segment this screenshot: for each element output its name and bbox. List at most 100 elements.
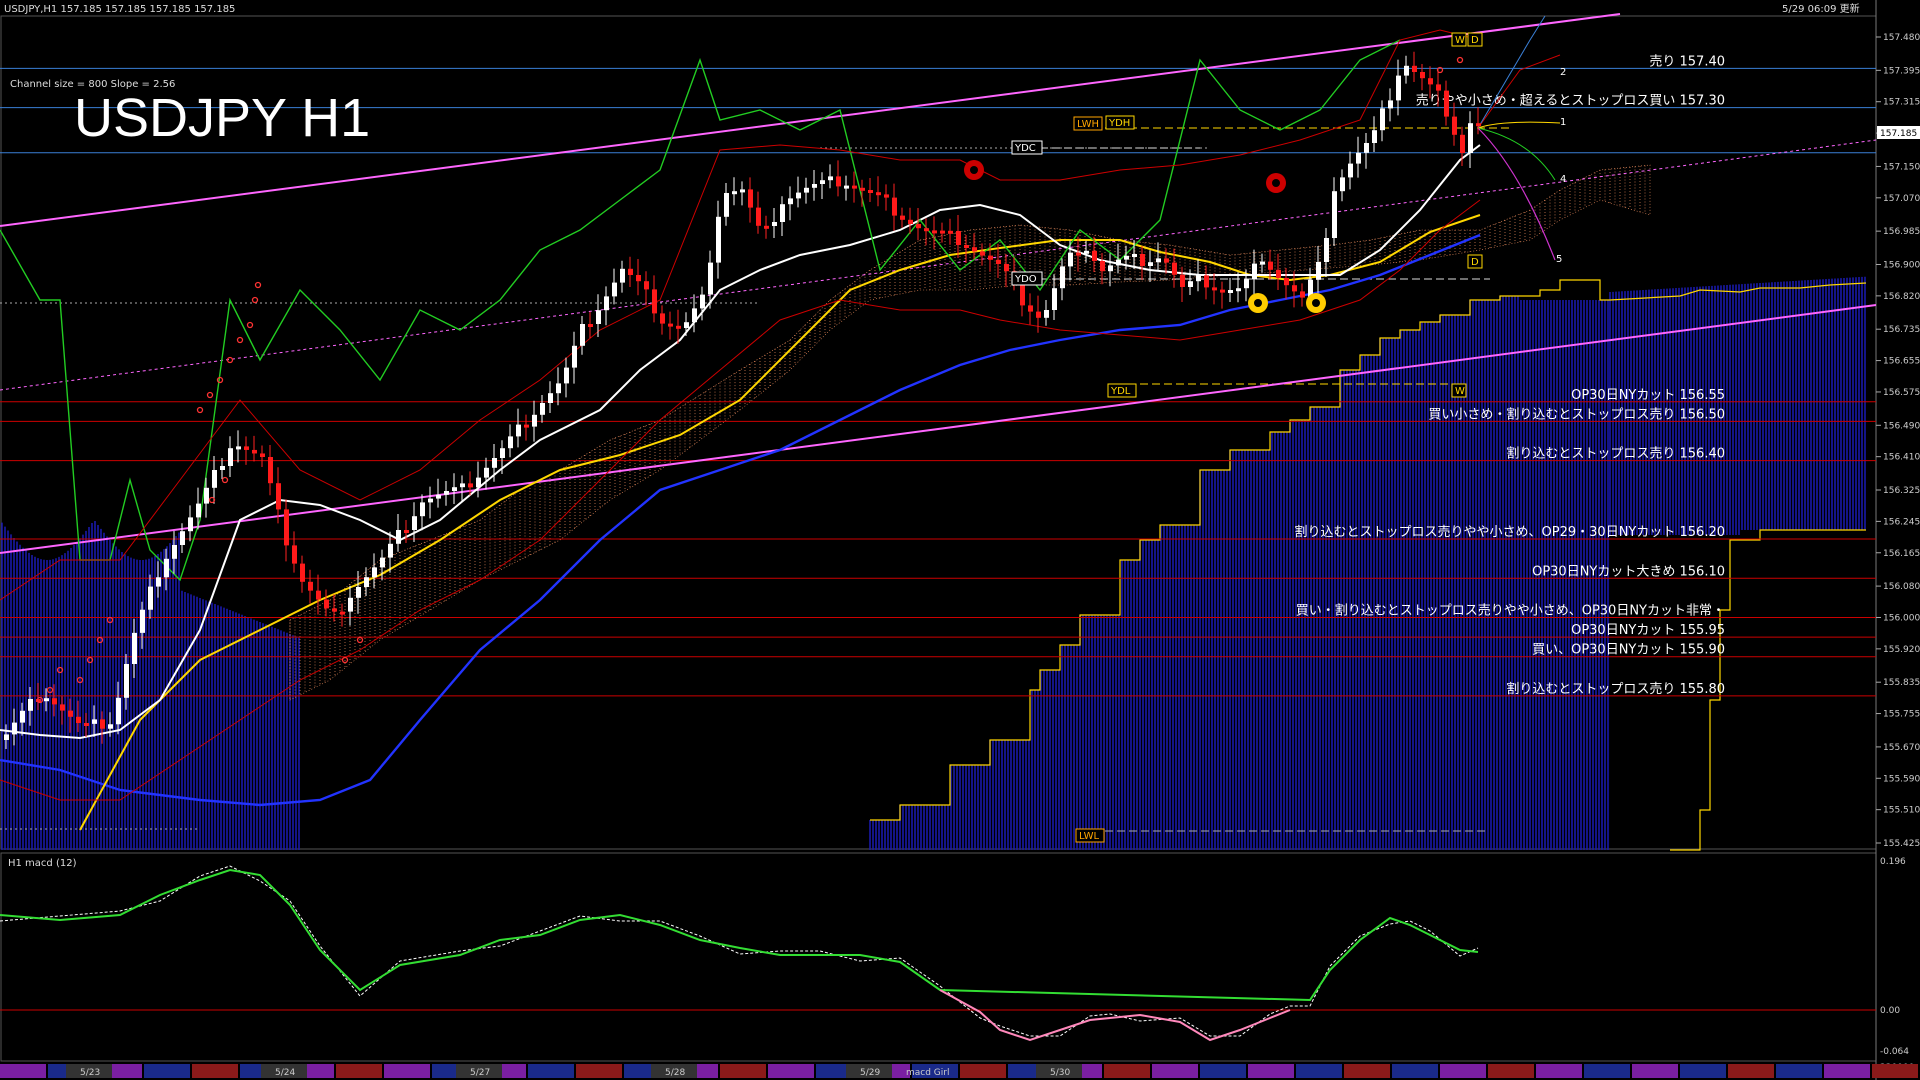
candle-body [76,716,81,723]
session-block [1536,1064,1582,1078]
candle-body [676,325,681,329]
macd-tick-label: -0.064 [1880,1047,1909,1057]
candle-body [124,664,129,698]
projection-label: 5 [1556,254,1562,265]
candle-body [428,498,433,503]
candle-body [828,176,833,181]
session-block [1344,1064,1390,1078]
candle-body [756,207,761,226]
fractal-arrow-icon-inner [1272,179,1280,187]
candle-body [1300,291,1305,298]
candle-body [308,581,313,591]
session-block [336,1064,382,1078]
level-label: 割り込むとストップロス売り 156.40 [1506,446,1725,462]
candle-body [1068,252,1073,267]
candle-body [1332,191,1337,238]
level-label: OP30日NYカット 156.55 [1571,388,1725,403]
candle-body [1412,65,1417,72]
candle-body [1028,305,1033,312]
session-block [1824,1064,1870,1078]
session-block [720,1064,766,1078]
candle-body [708,262,713,295]
candle-body [812,184,817,188]
candle-body [172,545,177,559]
candle-body [1124,255,1129,260]
candle-body [252,449,257,454]
fractal-arrow-icon-inner [1254,299,1262,307]
candle-body [916,224,921,229]
projection-label: 2 [1560,67,1566,78]
candle-body [732,191,737,195]
candle-body [500,448,505,458]
candle-body [908,219,913,224]
candle-body [1460,134,1465,153]
candle-body [716,216,721,263]
session-block [528,1064,574,1078]
indicator-tag: macd Girl [906,1068,949,1078]
candle-body [412,516,417,530]
price-tick-label: 156.410 [1883,453,1920,463]
candle-body [1444,90,1449,117]
price-tick-label: 156.735 [1883,325,1920,335]
candle-body [772,222,777,226]
candle-body [452,487,457,491]
candle-body [20,710,25,723]
candle-body [508,436,513,449]
price-tick-label: 155.920 [1883,645,1920,655]
candle-body [1372,130,1377,143]
price-tick-label: 157.395 [1883,66,1920,76]
candle-body [436,494,441,499]
price-tick-label: 156.900 [1883,260,1920,270]
price-tick-label: 156.490 [1883,421,1920,431]
price-tick-label: 157.070 [1883,194,1920,204]
session-block [1104,1064,1150,1078]
candle-body [884,194,889,198]
candle-body [388,543,393,558]
session-block [384,1064,430,1078]
candle-body [1084,250,1089,254]
price-tick-label: 155.590 [1883,774,1920,784]
date-label: 5/24 [275,1068,295,1078]
candle-body [1132,254,1137,257]
candle-body [684,322,689,328]
candle-body [660,313,665,324]
price-tick-label: 156.165 [1883,549,1920,559]
candle-body [300,563,305,582]
session-block [1488,1064,1534,1078]
candle-body [612,282,617,297]
candle-body [1100,261,1105,272]
price-tick-label: 156.080 [1883,582,1920,592]
candle-body [1060,266,1065,289]
candle-body [396,530,401,544]
candle-body [132,632,137,664]
candle-body [1116,259,1121,266]
marker-label: YDC [1014,143,1036,154]
candle-body [12,722,17,735]
session-block [1152,1064,1198,1078]
candle-body [1188,281,1193,287]
date-label: 5/23 [80,1068,100,1078]
candle-body [180,531,185,545]
price-tick-label: 156.655 [1883,357,1920,367]
candle-body [1148,262,1153,266]
candle-body [924,228,929,232]
price-tick-label: 156.985 [1883,227,1920,237]
current-price-label: 157.185 [1880,129,1917,139]
candle-body [324,599,329,609]
session-block [144,1064,190,1078]
candle-body [244,446,249,450]
candle-body [284,509,289,546]
candle-body [1468,123,1473,153]
candle-body [372,567,377,578]
level-label: OP30日NYカット大きめ 156.10 [1532,564,1725,579]
candle-body [268,457,273,484]
candle-body [1452,116,1457,135]
chart-canvas[interactable]: 売り 157.40 売りやや小さめ・超えるとストップロス買い 157.30 OP30… [0,0,1920,1080]
candle-body [1004,264,1009,272]
candle-body [524,424,529,428]
marker-label: LWL [1079,831,1100,842]
session-block [960,1064,1006,1078]
candle-body [692,308,697,323]
session-block [1680,1064,1726,1078]
candle-body [588,324,593,327]
